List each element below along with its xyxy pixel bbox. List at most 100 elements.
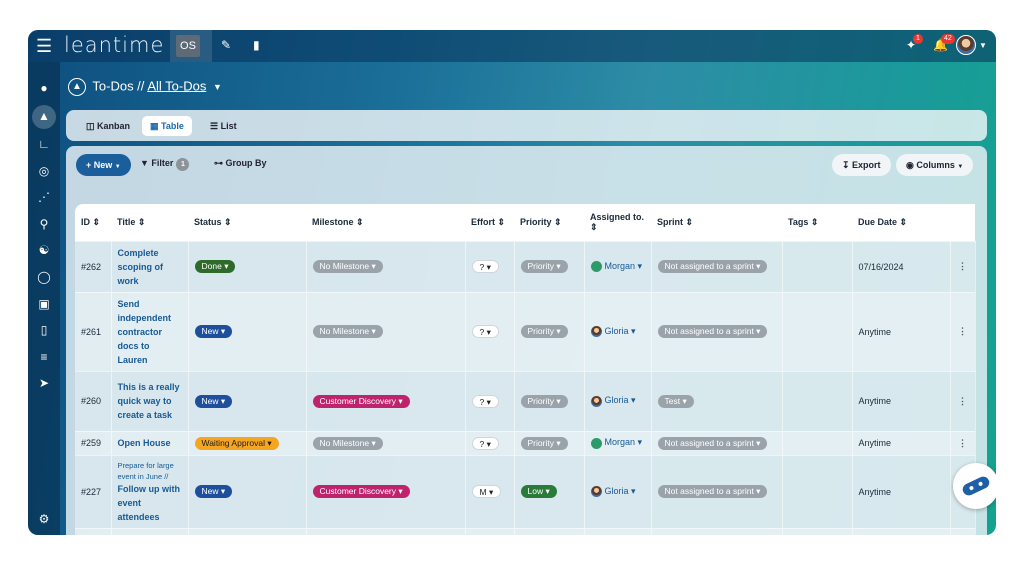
chat-widget-button[interactable] [953, 463, 996, 509]
more-options-icon[interactable]: ⋮ [958, 261, 967, 271]
status-dropdown[interactable]: Done ▾ [194, 260, 236, 273]
status-dropdown[interactable]: Waiting Approval ▾ [194, 436, 279, 450]
sprint-dropdown[interactable]: Test ▾ [657, 394, 694, 408]
priority-dropdown[interactable]: Low ▾ [520, 485, 557, 498]
send-icon[interactable]: ➤ [28, 373, 60, 393]
column-header[interactable]: Status ⇕ [188, 204, 306, 241]
blueprints-icon[interactable]: ▣ [28, 294, 60, 314]
tab-kanban[interactable]: ◫ Kanban [78, 116, 138, 136]
sort-icon[interactable]: ⇕ [90, 217, 101, 227]
due-date[interactable]: Anytime [859, 438, 892, 448]
milestones-icon[interactable]: ⋰ [28, 187, 60, 207]
column-header[interactable]: Priority ⇕ [514, 204, 584, 241]
menu-icon[interactable]: ☰ [36, 36, 52, 56]
task-title-link[interactable]: Send independent contractor docs to Laur… [118, 297, 182, 367]
column-header[interactable]: Due Date ⇕ [852, 204, 950, 241]
export-button[interactable]: ↧ Export [832, 154, 891, 176]
sort-icon[interactable]: ⇕ [495, 217, 506, 227]
task-title-link[interactable]: Open House [118, 436, 182, 450]
sort-icon[interactable]: ⇕ [897, 217, 908, 227]
sort-icon[interactable]: ⇕ [222, 217, 232, 227]
column-header[interactable]: Tags ⇕ [782, 204, 852, 241]
column-header[interactable]: Assigned to. ⇕ [584, 204, 651, 241]
task-title-link[interactable]: Follow up with event attendees [118, 482, 182, 524]
tab-list[interactable]: ☰ List [202, 116, 245, 136]
sort-icon[interactable]: ⇕ [354, 217, 364, 227]
milestone-dropdown[interactable]: No Milestone ▾ [312, 260, 383, 273]
task-title-link[interactable]: Complete scoping of work [118, 246, 182, 288]
columns-button[interactable]: ◉ Columns ▼ [896, 154, 974, 176]
new-button[interactable]: + New ▼ [76, 154, 131, 176]
settings-icon[interactable]: ⚙ [28, 509, 60, 529]
column-header[interactable]: Effort ⇕ [465, 204, 514, 241]
timesheet-icon[interactable]: ◯ [28, 267, 60, 287]
assignee-dropdown[interactable]: Gloria ▾ [590, 395, 636, 407]
due-date[interactable]: Anytime [859, 396, 892, 406]
task-title-link[interactable]: This is a really quick way to create a t… [118, 380, 182, 422]
column-header[interactable]: Sprint ⇕ [651, 204, 782, 241]
status-dropdown[interactable]: New ▾ [194, 485, 233, 498]
goals-icon[interactable]: ◎ [28, 161, 60, 181]
more-options-icon[interactable]: ⋮ [958, 438, 967, 448]
sort-icon[interactable]: ⇕ [683, 217, 694, 227]
updates-icon[interactable]: ✦ 1 [906, 34, 923, 52]
sprint-dropdown[interactable]: Not assigned to a sprint ▾ [657, 260, 768, 273]
parent-task-link[interactable]: Prepare for large event in June // [118, 460, 182, 482]
column-header[interactable]: Milestone ⇕ [306, 204, 465, 241]
table-row[interactable]: #260 This is a really quick way to create… [75, 370, 976, 431]
priority-dropdown[interactable]: Priority ▾ [520, 436, 568, 450]
priority-dropdown[interactable]: Priority ▾ [520, 325, 568, 338]
chevron-down-icon[interactable]: ▼ [979, 41, 987, 50]
due-date[interactable]: Anytime [859, 327, 892, 337]
milestone-dropdown[interactable]: No Milestone ▾ [312, 325, 383, 338]
sprint-dropdown[interactable]: Not assigned to a sprint ▾ [657, 436, 768, 450]
sort-icon[interactable]: ⇕ [590, 222, 598, 232]
docs-icon[interactable]: ▯ [28, 320, 60, 340]
todos-icon[interactable]: ▲ [28, 106, 60, 126]
dashboard-icon[interactable]: ● [28, 78, 60, 98]
assignee-dropdown[interactable]: Gloria ▾ [590, 486, 636, 498]
table-row[interactable]: #262 Complete scoping of work Done ▾ No Mil… [75, 240, 976, 292]
table-row[interactable]: #259 Open House Waiting Approval ▾ No Miles… [75, 430, 976, 455]
sort-icon[interactable]: ⇕ [808, 217, 819, 227]
table-row[interactable]: #227 Prepare for large event in June //Fo… [75, 454, 976, 528]
priority-dropdown[interactable]: Priority ▾ [520, 394, 568, 408]
filter-button[interactable]: ▼ Filter 1 [140, 158, 190, 171]
effort-dropdown[interactable]: ? ▾ [471, 394, 499, 408]
timeline-icon[interactable]: ∟ [28, 134, 60, 154]
milestone-dropdown[interactable]: Customer Discovery ▾ [312, 394, 410, 408]
milestone-dropdown[interactable]: Customer Discovery ▾ [312, 485, 410, 498]
more-options-icon[interactable]: ⋮ [958, 326, 967, 336]
group-by-button[interactable]: ⊶ Group By [214, 158, 267, 169]
status-dropdown[interactable]: New ▾ [194, 394, 233, 408]
user-avatar[interactable] [956, 35, 976, 55]
project-switcher[interactable]: OS [170, 30, 212, 62]
column-header[interactable]: Title ⇕ [111, 204, 188, 241]
sort-icon[interactable]: ⇕ [135, 217, 146, 227]
tickets-icon[interactable]: ✎ [221, 38, 231, 52]
milestone-dropdown[interactable]: No Milestone ▾ [312, 436, 383, 450]
tab-table[interactable]: ▦ Table [142, 116, 192, 136]
assignee-dropdown[interactable]: Morgan ▾ [590, 261, 642, 273]
due-date[interactable]: Anytime [859, 487, 892, 497]
sprint-dropdown[interactable]: Not assigned to a sprint ▾ [657, 325, 768, 338]
table-row[interactable]: #261 Send independent contractor docs to … [75, 291, 976, 371]
effort-dropdown[interactable]: ? ▾ [471, 436, 499, 450]
more-options-icon[interactable]: ⋮ [958, 396, 967, 406]
sprint-dropdown[interactable]: Not assigned to a sprint ▾ [657, 485, 768, 498]
assignee-dropdown[interactable]: Morgan ▾ [590, 437, 642, 449]
status-dropdown[interactable]: New ▾ [194, 325, 233, 338]
effort-dropdown[interactable]: M ▾ [471, 485, 502, 498]
team-icon[interactable]: ☯ [28, 240, 60, 260]
view-name-link[interactable]: All To-Dos [147, 78, 206, 93]
bookmark-icon[interactable]: ▮ [253, 38, 260, 52]
chevron-down-icon[interactable]: ▼ [213, 82, 222, 92]
priority-dropdown[interactable]: Priority ▾ [520, 260, 568, 273]
effort-dropdown[interactable]: ? ▾ [471, 325, 499, 338]
table-row[interactable]: Task 1 // [75, 527, 976, 535]
effort-dropdown[interactable]: ? ▾ [471, 260, 499, 273]
reports-icon[interactable]: ≡ [28, 347, 60, 367]
assignee-dropdown[interactable]: Gloria ▾ [590, 326, 636, 338]
due-date[interactable]: 07/16/2024 [859, 262, 904, 272]
notifications-icon[interactable]: 🔔 42 [933, 34, 955, 52]
